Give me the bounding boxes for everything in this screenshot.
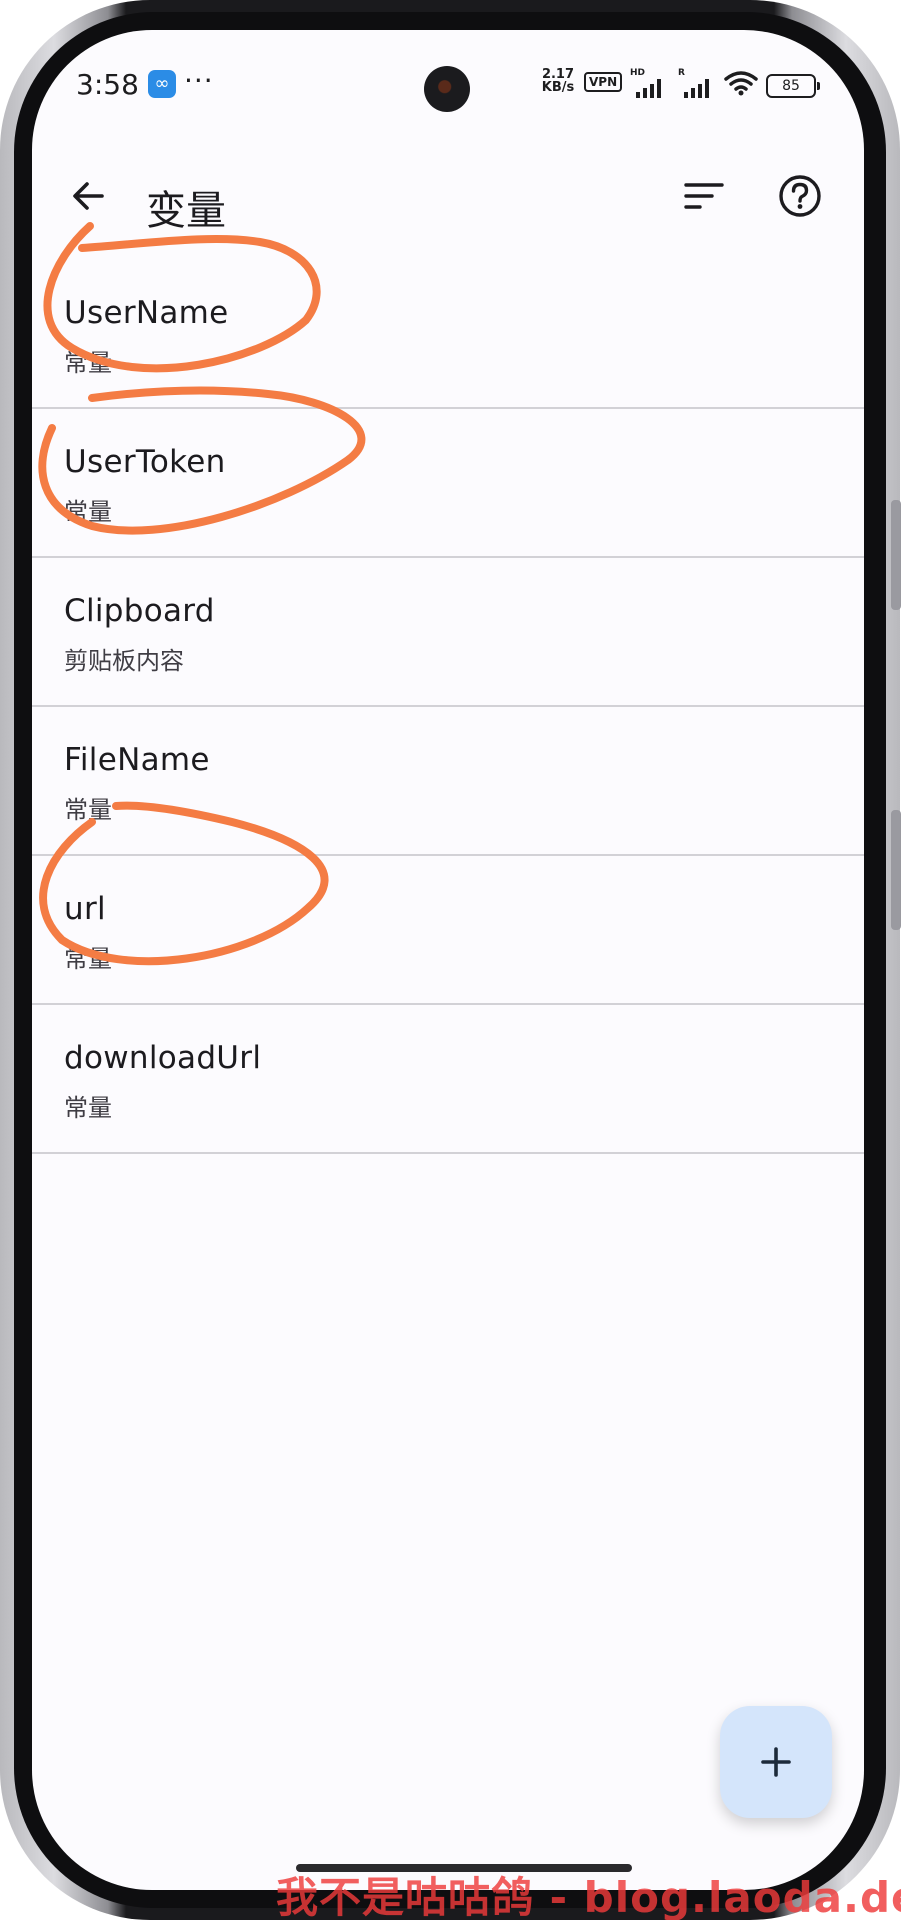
variable-item[interactable]: UserName 常量 bbox=[32, 260, 864, 409]
add-icon bbox=[761, 1747, 791, 1777]
front-camera bbox=[424, 66, 470, 112]
watermark: 我不是咕咕鸽 - blog.laoda.de bbox=[276, 1873, 901, 1920]
variable-type: 常量 bbox=[64, 1094, 112, 1122]
variable-type: 常量 bbox=[64, 796, 112, 824]
variable-name: UserName bbox=[64, 295, 229, 331]
variable-name: UserToken bbox=[64, 444, 226, 480]
back-button[interactable] bbox=[56, 164, 120, 228]
help-icon bbox=[779, 175, 821, 217]
power-button bbox=[891, 810, 901, 930]
screenshot-stage: 3:58 ∞ ··· 2.17 KB/s VPN HD R 85 变量 User… bbox=[0, 0, 901, 1920]
sim2-tag: R bbox=[678, 68, 685, 78]
more-notifications-icon: ··· bbox=[184, 64, 214, 97]
variable-name: Clipboard bbox=[64, 593, 215, 629]
app-notification-icon: ∞ bbox=[148, 70, 176, 98]
variable-type: 常量 bbox=[64, 349, 112, 377]
variable-name: FileName bbox=[64, 742, 210, 778]
variable-type: 常量 bbox=[64, 498, 112, 526]
variable-item[interactable]: Clipboard 剪贴板内容 bbox=[32, 558, 864, 707]
page-title: 变量 bbox=[146, 188, 226, 234]
variable-name: url bbox=[64, 891, 106, 927]
arrow-back-icon bbox=[73, 182, 104, 210]
status-bar: 3:58 ∞ ··· 2.17 KB/s VPN HD R 85 bbox=[32, 30, 864, 140]
sim1-tag: HD bbox=[630, 68, 646, 78]
battery-icon: 85 bbox=[766, 74, 820, 98]
network-speed-unit: KB/s bbox=[541, 80, 575, 95]
signal-icon-sim1: HD bbox=[630, 68, 670, 98]
variable-type: 常量 bbox=[64, 945, 112, 973]
variable-item[interactable]: url 常量 bbox=[32, 856, 864, 1005]
status-time: 3:58 bbox=[76, 68, 139, 101]
app-bar: 变量 bbox=[32, 140, 864, 260]
network-speed: 2.17 KB/s bbox=[538, 68, 578, 94]
sort-button[interactable] bbox=[672, 164, 736, 228]
volume-button bbox=[891, 500, 901, 610]
add-variable-button[interactable] bbox=[720, 1706, 832, 1818]
vpn-icon: VPN bbox=[584, 72, 623, 92]
variable-type: 剪贴板内容 bbox=[64, 647, 184, 675]
sort-icon bbox=[684, 183, 724, 209]
variable-item[interactable]: FileName 常量 bbox=[32, 707, 864, 856]
variable-list: UserName 常量 UserToken 常量 Clipboard 剪贴板内容 FileN… bbox=[32, 260, 864, 1154]
variable-item[interactable]: UserToken 常量 bbox=[32, 409, 864, 558]
variable-name: downloadUrl bbox=[64, 1040, 262, 1076]
wifi-icon bbox=[724, 70, 758, 100]
help-button[interactable] bbox=[768, 164, 832, 228]
variable-item[interactable]: downloadUrl 常量 bbox=[32, 1005, 864, 1154]
signal-icon-sim2: R bbox=[678, 68, 718, 98]
phone-screen: 3:58 ∞ ··· 2.17 KB/s VPN HD R 85 变量 User… bbox=[32, 30, 864, 1890]
